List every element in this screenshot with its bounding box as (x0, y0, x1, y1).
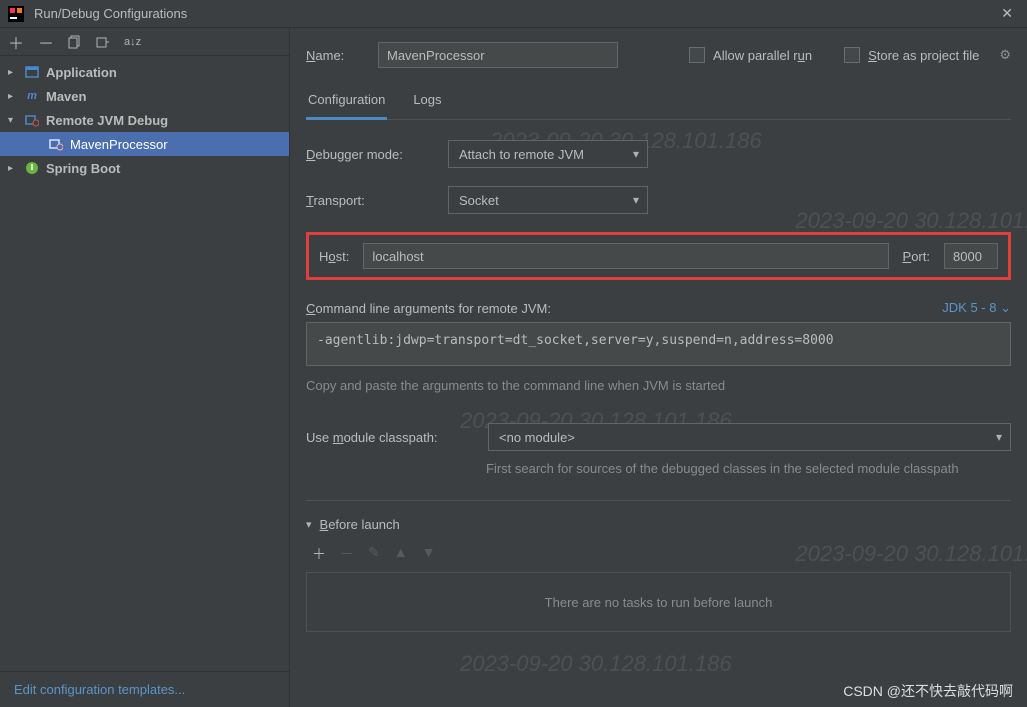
tab-configuration[interactable]: Configuration (306, 86, 387, 120)
chevron-down-icon: ⌄ (1000, 300, 1011, 315)
module-classpath-label: Use module classpath: (306, 430, 476, 445)
tree-label: Spring Boot (46, 161, 120, 176)
name-label: Name: (306, 48, 362, 63)
before-launch-toggle[interactable]: ▾ Before launch (306, 517, 1011, 532)
application-icon (24, 64, 40, 80)
edit-task-button[interactable]: ✎ (368, 544, 380, 564)
select-value: <no module> (499, 430, 575, 445)
transport-select[interactable]: Socket (448, 186, 648, 214)
tree-node-remote-jvm[interactable]: ▾ Remote JVM Debug (0, 108, 289, 132)
intellij-logo-icon (8, 6, 24, 22)
copy-config-button[interactable] (68, 35, 82, 49)
tasks-empty-box: There are no tasks to run before launch (306, 572, 1011, 632)
transport-label: Transport: (306, 193, 436, 208)
checkbox-icon (844, 47, 860, 63)
save-config-button[interactable] (96, 35, 110, 49)
remote-debug-icon (48, 136, 64, 152)
host-label: Host: (319, 249, 349, 264)
cmdline-label: Command line arguments for remote JVM: (306, 301, 551, 316)
allow-parallel-label: Allow parallel run (713, 48, 812, 63)
name-input[interactable] (378, 42, 618, 68)
port-label: Port: (903, 249, 930, 264)
window-title: Run/Debug Configurations (34, 6, 187, 21)
host-port-highlight: Host: Port: (306, 232, 1011, 280)
move-down-button[interactable]: ▼ (422, 544, 436, 564)
watermark: 2023-09-20 30.128.101.186 (715, 28, 987, 34)
move-up-button[interactable]: ▲ (394, 544, 408, 564)
tree-label: Remote JVM Debug (46, 113, 168, 128)
divider (306, 500, 1011, 501)
csdn-watermark: CSDN @还不快去敲代码啊 (843, 681, 1013, 701)
select-value: Socket (459, 193, 499, 208)
edit-templates-link[interactable]: Edit configuration templates... (14, 682, 185, 697)
checkbox-icon (689, 47, 705, 63)
cmdline-arguments-box[interactable]: -agentlib:jdwp=transport=dt_socket,serve… (306, 322, 1011, 366)
config-tabs: Configuration Logs (306, 86, 1011, 120)
add-config-button[interactable]: ＋ (8, 30, 24, 54)
tree-label: Maven (46, 89, 86, 104)
no-tasks-label: There are no tasks to run before launch (545, 595, 773, 610)
tree-node-mavenprocessor[interactable]: MavenProcessor (0, 132, 289, 156)
tree-label: MavenProcessor (70, 137, 168, 152)
debugger-mode-label: Debugger mode: (306, 147, 436, 162)
chevron-down-icon: ▾ (8, 115, 18, 126)
close-icon[interactable]: ✕ (995, 3, 1019, 24)
watermark: 2023-09-20 30.128.101.186 (460, 651, 732, 677)
tree-node-application[interactable]: ▸ Application (0, 60, 289, 84)
chevron-right-icon: ▸ (8, 67, 18, 78)
tab-logs[interactable]: Logs (411, 86, 443, 119)
config-tree: ▸ Application ▸ m Maven ▾ Remote JVM Deb… (0, 56, 289, 671)
tree-node-maven[interactable]: ▸ m Maven (0, 84, 289, 108)
cmdline-hint: Copy and paste the arguments to the comm… (306, 378, 1011, 393)
remote-debug-icon (24, 112, 40, 128)
sidebar-toolbar: ＋ － a↓z (0, 28, 289, 56)
module-classpath-select[interactable]: <no module> (488, 423, 1011, 451)
chevron-down-icon: ▾ (306, 518, 312, 531)
port-input[interactable] (944, 243, 998, 269)
select-value: Attach to remote JVM (459, 147, 584, 162)
allow-parallel-run-checkbox[interactable]: Allow parallel run (689, 47, 812, 63)
host-input[interactable] (363, 243, 888, 269)
chevron-right-icon: ▸ (8, 163, 18, 174)
before-launch-toolbar: ＋ － ✎ ▲ ▼ (306, 542, 1011, 566)
tree-label: Application (46, 65, 117, 80)
remove-task-button[interactable]: － (340, 544, 354, 564)
before-launch-label: Before launch (320, 517, 400, 532)
sort-config-button[interactable]: a↓z (124, 36, 141, 48)
spring-boot-icon (24, 160, 40, 176)
tree-node-spring-boot[interactable]: ▸ Spring Boot (0, 156, 289, 180)
jdk-label: JDK 5 - 8 (942, 300, 996, 315)
maven-icon: m (24, 88, 40, 104)
store-as-project-file-checkbox[interactable]: Store as project file (844, 47, 979, 63)
gear-icon[interactable]: ⚙ (999, 47, 1011, 63)
store-as-file-label: Store as project file (868, 48, 979, 63)
jdk-version-dropdown[interactable]: JDK 5 - 8 ⌄ (942, 300, 1011, 316)
add-task-button[interactable]: ＋ (312, 544, 326, 564)
module-hint: First search for sources of the debugged… (486, 461, 1006, 476)
remove-config-button[interactable]: － (38, 30, 54, 54)
debugger-mode-select[interactable]: Attach to remote JVM (448, 140, 648, 168)
chevron-right-icon: ▸ (8, 91, 18, 102)
